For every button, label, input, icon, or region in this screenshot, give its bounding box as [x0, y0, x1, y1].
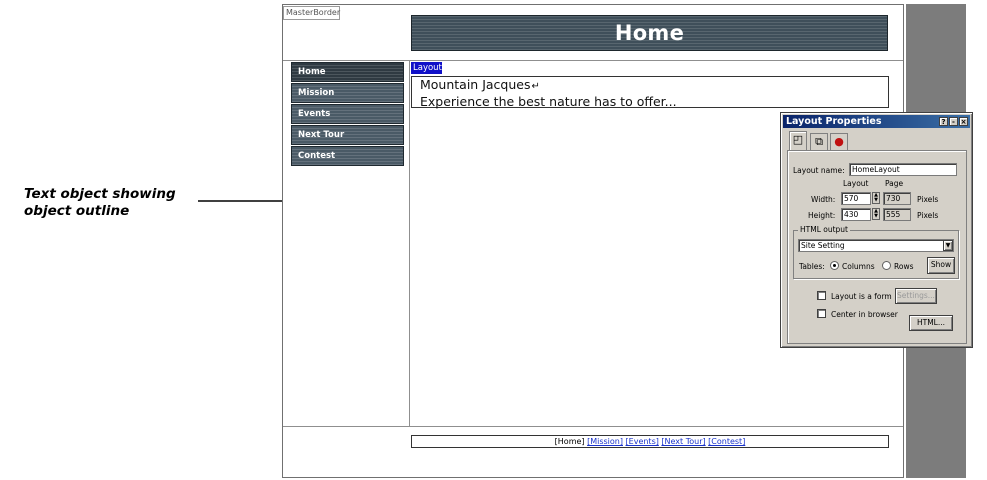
width-units: Pixels — [917, 195, 939, 204]
layout-is-form-checkbox[interactable] — [817, 291, 826, 300]
layout-name-label: Layout name: — [793, 166, 845, 175]
settings-button[interactable]: Settings... — [895, 288, 937, 304]
nav-item-home[interactable]: Home — [291, 62, 404, 82]
callout-annotation: Text object showing object outline — [24, 186, 204, 220]
master-border-tag[interactable]: MasterBorder — [283, 6, 340, 20]
height-units: Pixels — [917, 211, 939, 220]
layout-properties-palette: Layout Properties ? - × ◰ ⧉ ● Layout nam… — [780, 112, 973, 348]
column-page-label: Page — [885, 179, 904, 188]
width-spinner[interactable]: ▲ ▼ — [872, 192, 880, 204]
rows-radio-label: Rows — [894, 262, 914, 271]
close-icon[interactable]: × — [959, 117, 968, 126]
html-output-select[interactable]: Site Setting — [798, 239, 954, 252]
tab-layout[interactable]: ◰ — [789, 131, 807, 151]
layout-tag[interactable]: Layout — [411, 62, 442, 74]
nav-item-events[interactable]: Events — [291, 104, 404, 124]
footer-link-events[interactable]: [Events] — [626, 437, 659, 446]
palette-title: Layout Properties — [786, 116, 882, 127]
width-label: Width: — [811, 195, 836, 204]
top-border-divider — [283, 60, 903, 61]
footer-link-home[interactable]: [Home] — [555, 437, 585, 446]
center-in-browser-label: Center in browser — [831, 310, 898, 319]
left-border-divider — [409, 60, 410, 426]
footer-link-next-tour[interactable]: [Next Tour] — [661, 437, 705, 446]
width-field[interactable]: 570 — [841, 192, 871, 205]
callout-line-2: object outline — [24, 203, 130, 219]
columns-radio[interactable] — [830, 261, 839, 270]
layout-name-field[interactable]: HomeLayout — [849, 163, 957, 176]
html-button[interactable]: HTML... — [909, 315, 953, 331]
text-object-line-2: Experience the best nature has to offer.… — [420, 93, 677, 109]
page-tab-icon: ⧉ — [815, 135, 823, 148]
show-button[interactable]: Show — [927, 257, 955, 274]
minimize-icon[interactable]: - — [949, 117, 958, 126]
columns-radio-label: Columns — [842, 262, 875, 271]
page-width-field: 730 — [883, 192, 911, 205]
chevron-down-icon[interactable]: ▼ — [943, 240, 953, 251]
nav-item-mission[interactable]: Mission — [291, 83, 404, 103]
height-label: Height: — [808, 211, 836, 220]
page-title: Home — [614, 21, 685, 45]
callout-line-1: Text object showing — [24, 186, 176, 202]
tables-label: Tables: — [799, 262, 825, 271]
text-object[interactable]: Mountain Jacques↵ Experience the best na… — [411, 76, 889, 108]
line-break-icon: ↵ — [531, 81, 540, 92]
html-output-select-value: Site Setting — [801, 241, 845, 250]
nav-bar: Home Mission Events Next Tour Contest — [291, 62, 404, 167]
help-icon[interactable]: ? — [939, 117, 948, 126]
height-field[interactable]: 430 — [841, 208, 871, 221]
bottom-border-divider — [283, 426, 903, 427]
html-output-label: HTML output — [798, 225, 850, 234]
nav-item-next-tour[interactable]: Next Tour — [291, 125, 404, 145]
tab-page[interactable]: ⧉ — [810, 133, 828, 150]
layout-tab-icon: ◰ — [792, 133, 804, 146]
nav-item-contest[interactable]: Contest — [291, 146, 404, 166]
footer-link-contest[interactable]: [Contest] — [708, 437, 745, 446]
height-spinner[interactable]: ▲ ▼ — [872, 208, 880, 220]
rows-radio[interactable] — [882, 261, 891, 270]
column-layout-label: Layout — [843, 179, 869, 188]
footer-navigation: [Home] [Mission] [Events] [Next Tour] [C… — [411, 435, 889, 448]
layout-is-form-label: Layout is a form — [831, 292, 892, 301]
tab-actions[interactable]: ● — [830, 133, 848, 150]
footer-link-mission[interactable]: [Mission] — [587, 437, 623, 446]
text-object-line-1: Mountain Jacques — [420, 77, 531, 92]
record-tab-icon: ● — [834, 135, 844, 148]
center-in-browser-checkbox[interactable] — [817, 309, 826, 318]
page-height-field: 555 — [883, 208, 911, 221]
